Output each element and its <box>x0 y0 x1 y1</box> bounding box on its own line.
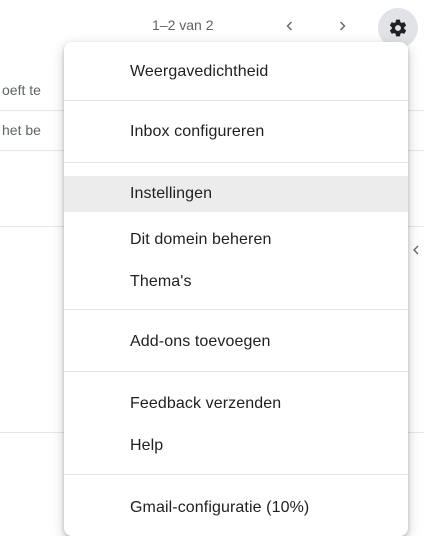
menu-item-gmail-setup[interactable]: Gmail-configuratie (10%) <box>64 490 408 526</box>
menu-item-label: Instellingen <box>130 185 213 202</box>
menu-divider <box>64 162 408 163</box>
menu-divider <box>64 100 408 101</box>
menu-item-themes[interactable]: Thema's <box>64 264 408 300</box>
chevron-left-icon <box>412 242 420 255</box>
menu-divider <box>64 371 408 372</box>
menu-divider <box>64 309 408 310</box>
menu-divider <box>64 474 408 475</box>
menu-item-display-density[interactable]: Weergavedichtheid <box>64 54 408 90</box>
menu-item-label: Help <box>130 437 164 454</box>
menu-item-manage-domain[interactable]: Dit domein beheren <box>64 222 408 258</box>
menu-item-label: Weergavedichtheid <box>130 63 269 80</box>
menu-item-label: Thema's <box>130 273 192 290</box>
page-range-label: 1–2 van 2 <box>152 17 214 33</box>
menu-item-label: Gmail-configuratie (10%) <box>130 499 310 516</box>
menu-item-label: Dit domein beheren <box>130 231 272 248</box>
menu-item-add-ons[interactable]: Add-ons toevoegen <box>64 324 408 360</box>
menu-item-label: Feedback verzenden <box>130 395 282 412</box>
list-item-snippet: het be <box>2 122 41 138</box>
menu-item-label: Add-ons toevoegen <box>130 333 271 350</box>
list-item-snippet: oeft te <box>2 82 41 98</box>
menu-item-send-feedback[interactable]: Feedback verzenden <box>64 386 408 422</box>
next-page-button[interactable] <box>328 12 356 40</box>
menu-item-settings[interactable]: Instellingen <box>64 176 408 212</box>
chevron-left-icon <box>286 21 292 31</box>
menu-item-help[interactable]: Help <box>64 428 408 464</box>
chevron-right-icon <box>340 21 346 31</box>
menu-item-configure-inbox[interactable]: Inbox configureren <box>64 114 408 150</box>
gear-icon <box>389 19 407 37</box>
previous-page-button[interactable] <box>276 12 304 40</box>
settings-menu: Weergavedichtheid Inbox configureren Ins… <box>64 42 408 536</box>
menu-item-label: Inbox configureren <box>130 123 265 140</box>
